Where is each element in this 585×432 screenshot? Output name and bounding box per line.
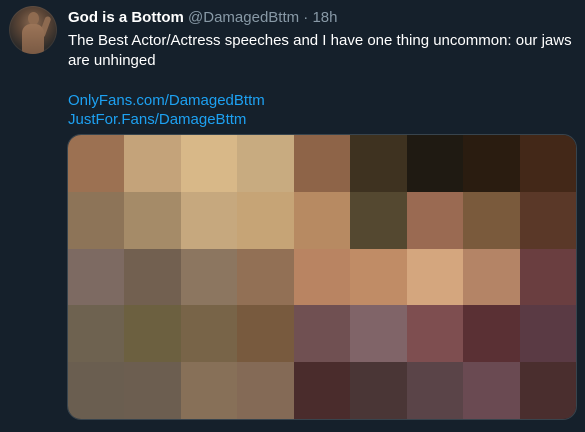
mosaic-cell	[406, 305, 464, 363]
mosaic-cell	[180, 305, 238, 363]
tweet[interactable]: God is a Bottom @DamagedBttm · 18h The B…	[0, 0, 585, 432]
mosaic-cell	[350, 135, 407, 192]
display-name[interactable]: God is a Bottom	[68, 9, 184, 26]
mosaic-cell	[519, 135, 576, 192]
mosaic-cell	[463, 248, 520, 306]
mosaic-cell	[180, 248, 238, 306]
mosaic-cell	[293, 135, 351, 192]
mosaic-cell	[237, 248, 294, 306]
user-handle[interactable]: @DamagedBttm	[188, 9, 299, 26]
avatar[interactable]	[9, 6, 57, 54]
mosaic-cell	[68, 362, 125, 419]
tweet-links: OnlyFans.com/DamagedBttm JustFor.Fans/Da…	[68, 91, 578, 129]
mosaic-cell	[519, 248, 576, 306]
justforfans-link[interactable]: JustFor.Fans/DamageBttm	[68, 110, 578, 129]
mosaic-cell	[124, 305, 181, 363]
mosaic-cell	[463, 191, 520, 249]
mosaic-cell	[68, 135, 125, 192]
tweet-media-image[interactable]	[67, 134, 577, 420]
mosaic-cell	[293, 191, 351, 249]
timestamp[interactable]: 18h	[312, 9, 337, 26]
mosaic-cell	[293, 248, 351, 306]
mosaic-cell	[406, 248, 464, 306]
tweet-header: God is a Bottom @DamagedBttm · 18h	[68, 8, 578, 28]
tweet-text: The Best Actor/Actress speeches and I ha…	[68, 32, 572, 69]
mosaic-cell	[463, 305, 520, 363]
mosaic-cell	[350, 191, 407, 249]
onlyfans-link[interactable]: OnlyFans.com/DamagedBttm	[68, 91, 578, 110]
mosaic-cell	[463, 135, 520, 192]
mosaic-cell	[350, 248, 407, 306]
mosaic-cell	[180, 135, 238, 192]
mosaic-cell	[68, 191, 125, 249]
mosaic-cell	[406, 191, 464, 249]
mosaic-cell	[68, 305, 125, 363]
mosaic-cell	[519, 362, 576, 419]
mosaic-cell	[124, 248, 181, 306]
mosaic-cell	[124, 362, 181, 419]
mosaic-cell	[237, 135, 294, 192]
avatar-figure-body	[22, 24, 44, 54]
mosaic-cell	[124, 135, 181, 192]
mosaic-cell	[519, 191, 576, 249]
mosaic-cell	[237, 305, 294, 363]
mosaic-cell	[180, 191, 238, 249]
mosaic-cell	[293, 305, 351, 363]
mosaic-cell	[293, 362, 351, 419]
mosaic-cell	[180, 362, 238, 419]
mosaic-cell	[124, 191, 181, 249]
mosaic-cell	[463, 362, 520, 419]
mosaic-cell	[68, 248, 125, 306]
mosaic-cell	[350, 305, 407, 363]
separator-dot: ·	[303, 9, 309, 26]
tweet-content: God is a Bottom @DamagedBttm · 18h The B…	[68, 8, 578, 129]
mosaic-cell	[406, 362, 464, 419]
mosaic-cell	[519, 305, 576, 363]
mosaic-cell	[350, 362, 407, 419]
mosaic-cell	[237, 191, 294, 249]
mosaic-cell	[237, 362, 294, 419]
mosaic-cell	[406, 135, 464, 192]
